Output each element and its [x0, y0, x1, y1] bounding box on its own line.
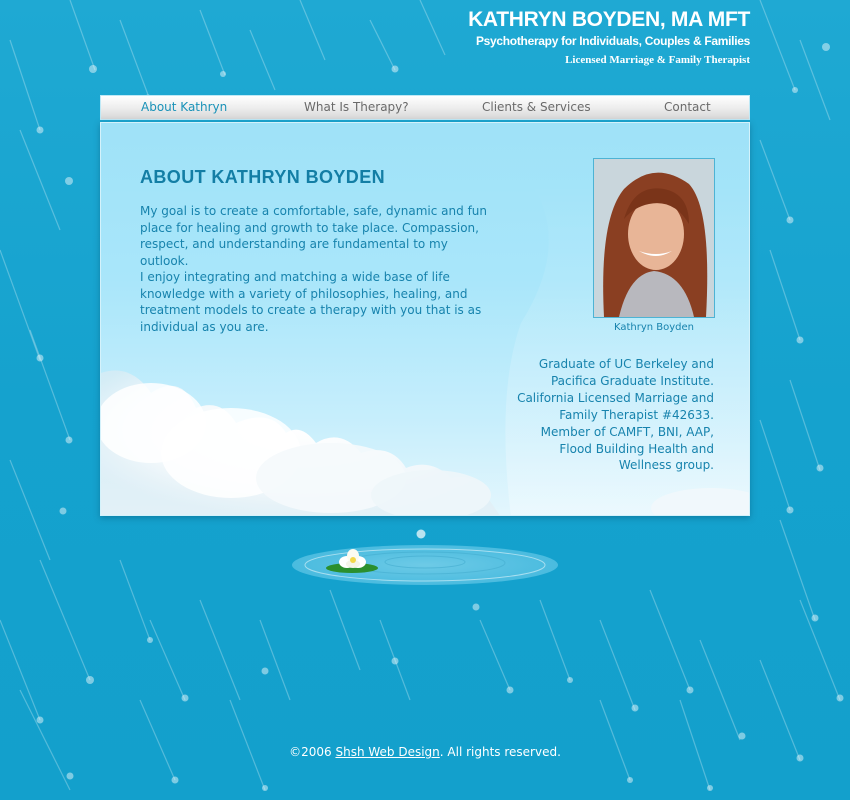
license-subtitle: Licensed Marriage & Family Therapist [565, 54, 750, 66]
main-nav: About Kathryn What Is Therapy? Clients &… [100, 95, 750, 120]
intro-paragraph: My goal is to create a comfortable, safe… [140, 204, 487, 268]
rights-text: . All rights reserved. [439, 745, 561, 759]
nav-about-kathryn[interactable]: About Kathryn [141, 100, 227, 114]
page-title: ABOUT KATHRYN BOYDEN [140, 167, 385, 187]
nav-what-is-therapy[interactable]: What Is Therapy? [304, 100, 409, 114]
portrait-image [594, 159, 714, 317]
approach-paragraph: I enjoy integrating and matching a wide … [140, 270, 482, 334]
pond-ripple-decoration [292, 529, 558, 585]
nav-clients-services[interactable]: Clients & Services [482, 100, 591, 114]
site-tagline: Psychotherapy for Individuals, Couples &… [475, 34, 750, 48]
web-design-credit-link[interactable]: Shsh Web Design [335, 745, 439, 759]
site-title[interactable]: KATHRYN BOYDEN, MA MFT [468, 8, 750, 32]
portrait-photo [593, 158, 715, 318]
photo-caption: Kathryn Boyden [613, 322, 695, 333]
site-header: KATHRYN BOYDEN, MA MFT Psychotherapy for… [468, 8, 750, 67]
site-footer: ©2006 Shsh Web Design. All rights reserv… [0, 745, 850, 759]
nav-contact[interactable]: Contact [664, 100, 711, 114]
content-panel: ABOUT KATHRYN BOYDEN My goal is to creat… [100, 122, 750, 516]
credentials-text: Graduate of UC Berkeley and Pacifica Gra… [517, 357, 714, 473]
copyright-text: ©2006 [289, 745, 332, 759]
